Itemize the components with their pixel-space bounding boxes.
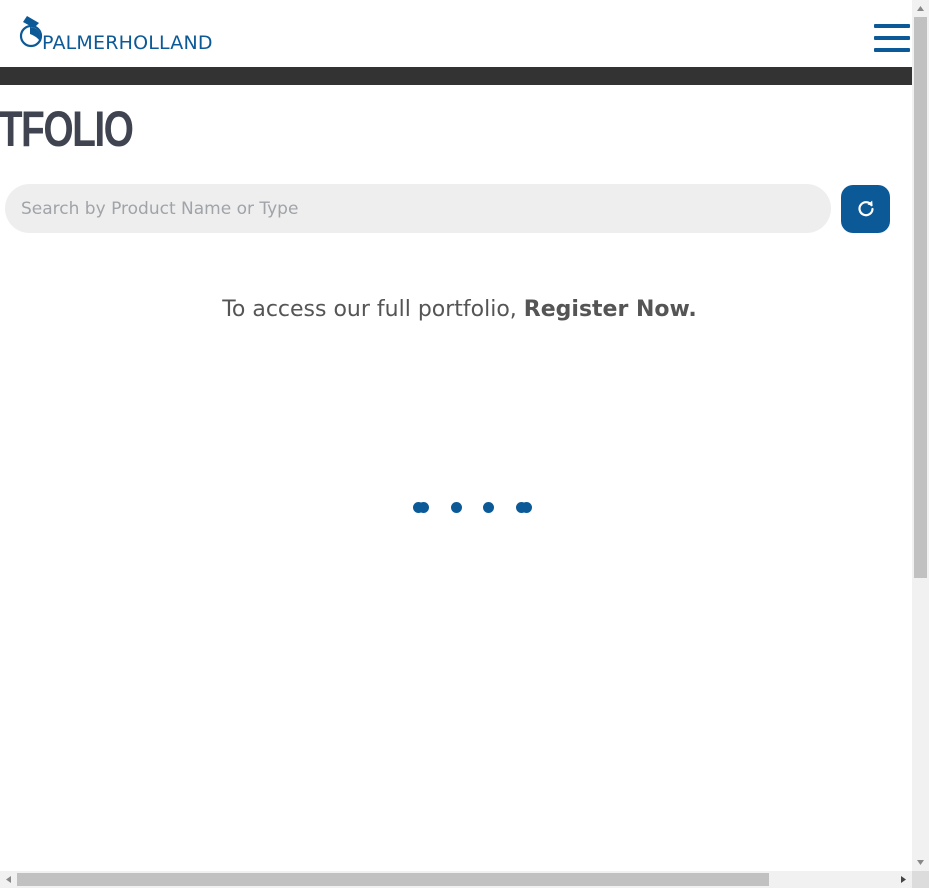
vertical-scroll-thumb[interactable]: [914, 17, 927, 578]
loader-dot: [483, 502, 494, 513]
horizontal-scrollbar[interactable]: [0, 871, 912, 888]
scrollbar-corner: [912, 871, 929, 888]
header-divider-bar: [0, 67, 912, 85]
scroll-right-arrow-icon[interactable]: [895, 871, 912, 888]
scroll-down-arrow-icon[interactable]: [912, 854, 929, 871]
loader-dot: [451, 502, 462, 513]
site-header: PALMERHOLLAND: [0, 0, 912, 67]
search-input[interactable]: [5, 184, 831, 233]
refresh-button[interactable]: [841, 185, 890, 233]
loader-dot: [521, 502, 532, 513]
page-title-container: RTFOLIO: [0, 100, 400, 160]
register-now-link[interactable]: Register Now.: [524, 297, 697, 322]
register-prompt: To access our full portfolio, Register N…: [0, 294, 912, 326]
brand-name: PALMERHOLLAND: [42, 32, 213, 54]
register-prompt-text: To access our full portfolio,: [222, 297, 524, 322]
scroll-up-arrow-icon[interactable]: [912, 0, 929, 17]
hamburger-menu-icon[interactable]: [874, 24, 910, 54]
horizontal-scroll-thumb[interactable]: [17, 873, 769, 886]
page-viewport: PALMERHOLLAND RTFOLIO To access our full…: [0, 0, 912, 871]
page-title: RTFOLIO: [0, 101, 134, 157]
scroll-left-arrow-icon[interactable]: [0, 871, 17, 888]
loader-dot: [418, 502, 429, 513]
vertical-scrollbar[interactable]: [912, 0, 929, 871]
loading-dots-icon: [408, 499, 538, 515]
refresh-icon: [858, 200, 874, 217]
